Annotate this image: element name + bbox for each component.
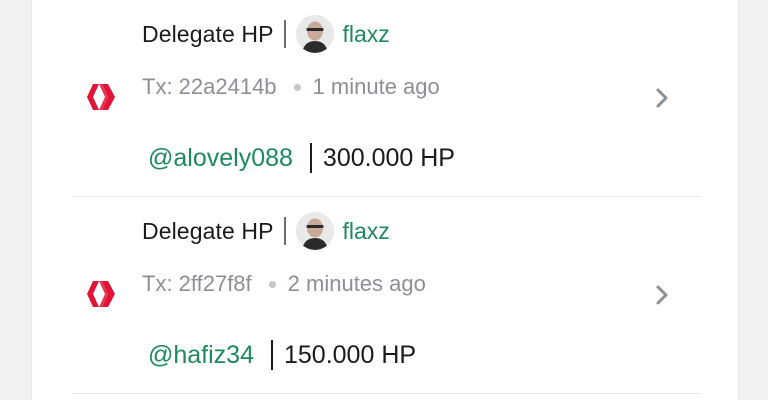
separator — [283, 20, 286, 48]
transaction-item[interactable]: Delegate HP flaxz Tx: 22a2414b 1 minute … — [32, 0, 738, 197]
chevron-right-icon[interactable] — [652, 86, 672, 110]
operation-header: Delegate HP flaxz — [142, 15, 390, 53]
amount-value: 150.000 HP — [284, 340, 417, 369]
hive-logo-icon — [87, 84, 115, 110]
dot-separator — [293, 83, 301, 91]
chevron-right-icon[interactable] — [652, 283, 672, 307]
transaction-meta: Tx: 2ff27f8f 2 minutes ago — [142, 269, 426, 299]
dot-separator — [268, 280, 276, 288]
separator — [283, 217, 286, 245]
timestamp: 2 minutes ago — [287, 271, 426, 296]
hive-logo-icon — [87, 281, 115, 307]
operation-title: Delegate HP — [142, 217, 274, 244]
transaction-meta: Tx: 22a2414b 1 minute ago — [142, 72, 440, 102]
transaction-id[interactable]: Tx: 2ff27f8f — [142, 271, 252, 297]
author-link[interactable]: flaxz — [343, 21, 390, 48]
amount-value: 300.000 HP — [322, 143, 455, 172]
separator — [271, 340, 273, 370]
author-link[interactable]: flaxz — [343, 218, 390, 245]
transaction-item[interactable]: Delegate HP flaxz Tx: 2ff27f8f 2 minutes… — [32, 197, 738, 394]
operation-title: Delegate HP — [142, 20, 274, 47]
timestamp: 1 minute ago — [312, 74, 440, 99]
transaction-list-card: Delegate HP flaxz Tx: 22a2414b 1 minute … — [31, 0, 739, 400]
avatar[interactable] — [295, 15, 334, 53]
transaction-id[interactable]: Tx: 22a2414b — [142, 74, 277, 100]
avatar[interactable] — [295, 212, 334, 250]
delegatee-link[interactable]: @alovely088 — [148, 144, 293, 173]
separator — [309, 143, 312, 173]
delegatee-link[interactable]: @hafiz34 — [148, 341, 254, 370]
delegation-details: @hafiz34 150.000 HP — [148, 337, 416, 373]
operation-header: Delegate HP flaxz — [142, 212, 390, 250]
delegation-details: @alovely088 300.000 HP — [148, 140, 455, 176]
divider — [72, 393, 700, 394]
